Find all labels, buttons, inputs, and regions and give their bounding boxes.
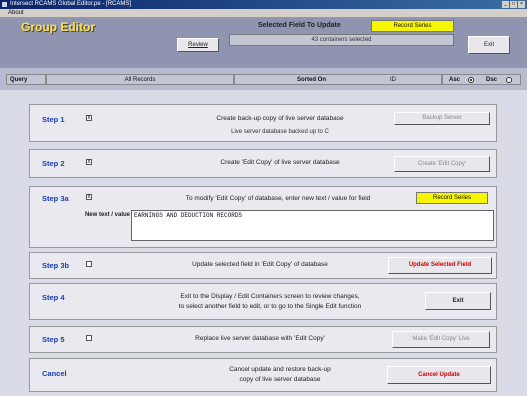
step1-text: Create back-up copy of live server datab… <box>216 115 344 122</box>
new-value-input[interactable]: EARNINGS AND DEDUCTION RECORDS <box>131 210 494 241</box>
step3b-label: Step 3b <box>42 261 70 270</box>
create-edit-copy-button[interactable]: Create 'Edit Copy' <box>394 156 490 172</box>
sorted-label: Sorted On <box>297 77 327 83</box>
cancel-label: Cancel <box>42 369 67 378</box>
step3a-panel: Step 3a x To modify 'Edit Copy' of datab… <box>29 186 497 248</box>
step1-panel: Step 1 x Create back-up copy of live ser… <box>29 104 497 142</box>
step4-text-2: to select another field to edit, or to g… <box>178 303 362 310</box>
minimize-icon[interactable]: _ <box>502 1 509 8</box>
query-value-text: All Records <box>124 77 156 83</box>
app-title: Group Editor <box>21 20 95 34</box>
title-bar: Intersect RCAMS Global Editor.pe - [RCAM… <box>0 0 527 9</box>
cancel-text-2: copy of live server database <box>239 376 321 383</box>
step4-panel: Step 4 Exit to the Display / Edit Contai… <box>29 283 497 320</box>
step4-exit-button[interactable]: Exit <box>425 292 491 310</box>
query-value: All Records <box>46 74 234 85</box>
asc-radio[interactable] <box>468 77 474 83</box>
step2-checkbox[interactable]: x <box>86 159 92 165</box>
step5-checkbox[interactable] <box>86 335 92 341</box>
close-icon[interactable]: × <box>518 1 525 8</box>
selected-field-label: Selected Field To Update <box>258 22 341 29</box>
step5-text: Replace live server database with 'Edit … <box>195 335 325 342</box>
asc-radio-dot <box>470 79 472 81</box>
cancel-text-1: Cancel update and restore back-up <box>229 366 331 373</box>
step3b-panel: Step 3b Update selected field in 'Edit C… <box>29 252 497 279</box>
step5-panel: Step 5 Replace live server database with… <box>29 326 497 353</box>
app-icon <box>2 2 7 7</box>
step3b-checkbox[interactable] <box>86 261 92 267</box>
review-button[interactable]: Review <box>177 38 219 52</box>
sort-direction: Asc Dsc <box>442 74 521 85</box>
containers-selected: 43 containers selected <box>229 34 454 46</box>
query-label: Query <box>10 77 28 83</box>
step2-panel: Step 2 x Create 'Edit Copy' of live serv… <box>29 149 497 178</box>
step4-text-1: Exit to the Display / Edit Containers sc… <box>180 293 360 300</box>
step5-label: Step 5 <box>42 335 65 344</box>
step1-checkbox[interactable]: x <box>86 115 92 121</box>
selected-field-value: Record Series <box>371 20 454 32</box>
step3a-text: To modify 'Edit Copy' of database, enter… <box>185 195 371 202</box>
step3a-field: Record Series <box>416 192 488 204</box>
sorted-value: ID <box>390 77 396 83</box>
step3b-text: Update selected field in 'Edit Copy' of … <box>192 261 328 268</box>
backup-server-button[interactable]: Backup Server <box>394 112 490 125</box>
query-label-cell: Query <box>6 74 46 85</box>
cancel-update-button[interactable]: Cancel Update <box>387 366 491 384</box>
step3a-label: Step 3a <box>42 194 69 203</box>
asc-label: Asc <box>449 77 461 83</box>
dsc-label: Dsc <box>486 77 498 83</box>
maximize-icon[interactable]: □ <box>510 1 517 8</box>
window-title: Intersect RCAMS Global Editor.pe - [RCAM… <box>10 1 132 7</box>
update-selected-field-button[interactable]: Update Selected Field <box>388 257 492 274</box>
sorted-cell: Sorted On ID <box>234 74 442 85</box>
window-controls: _ □ × <box>501 1 525 8</box>
step4-label: Step 4 <box>42 293 65 302</box>
new-value-label: New text / value <box>84 212 130 218</box>
menu-bar: About <box>0 9 527 18</box>
menu-about[interactable]: About <box>8 10 24 16</box>
exit-header-button[interactable]: Exit <box>468 36 510 54</box>
step2-label: Step 2 <box>42 159 65 168</box>
step3a-checkbox[interactable]: x <box>86 194 92 200</box>
dsc-radio[interactable] <box>506 77 512 83</box>
step1-status: Live server database backed up to C <box>231 129 329 135</box>
cancel-panel: Cancel Cancel update and restore back-up… <box>29 358 497 392</box>
make-edit-copy-live-button[interactable]: Make 'Edit Copy' Live <box>392 331 490 348</box>
step1-label: Step 1 <box>42 115 65 124</box>
step2-text: Create 'Edit Copy' of live server databa… <box>220 159 340 166</box>
